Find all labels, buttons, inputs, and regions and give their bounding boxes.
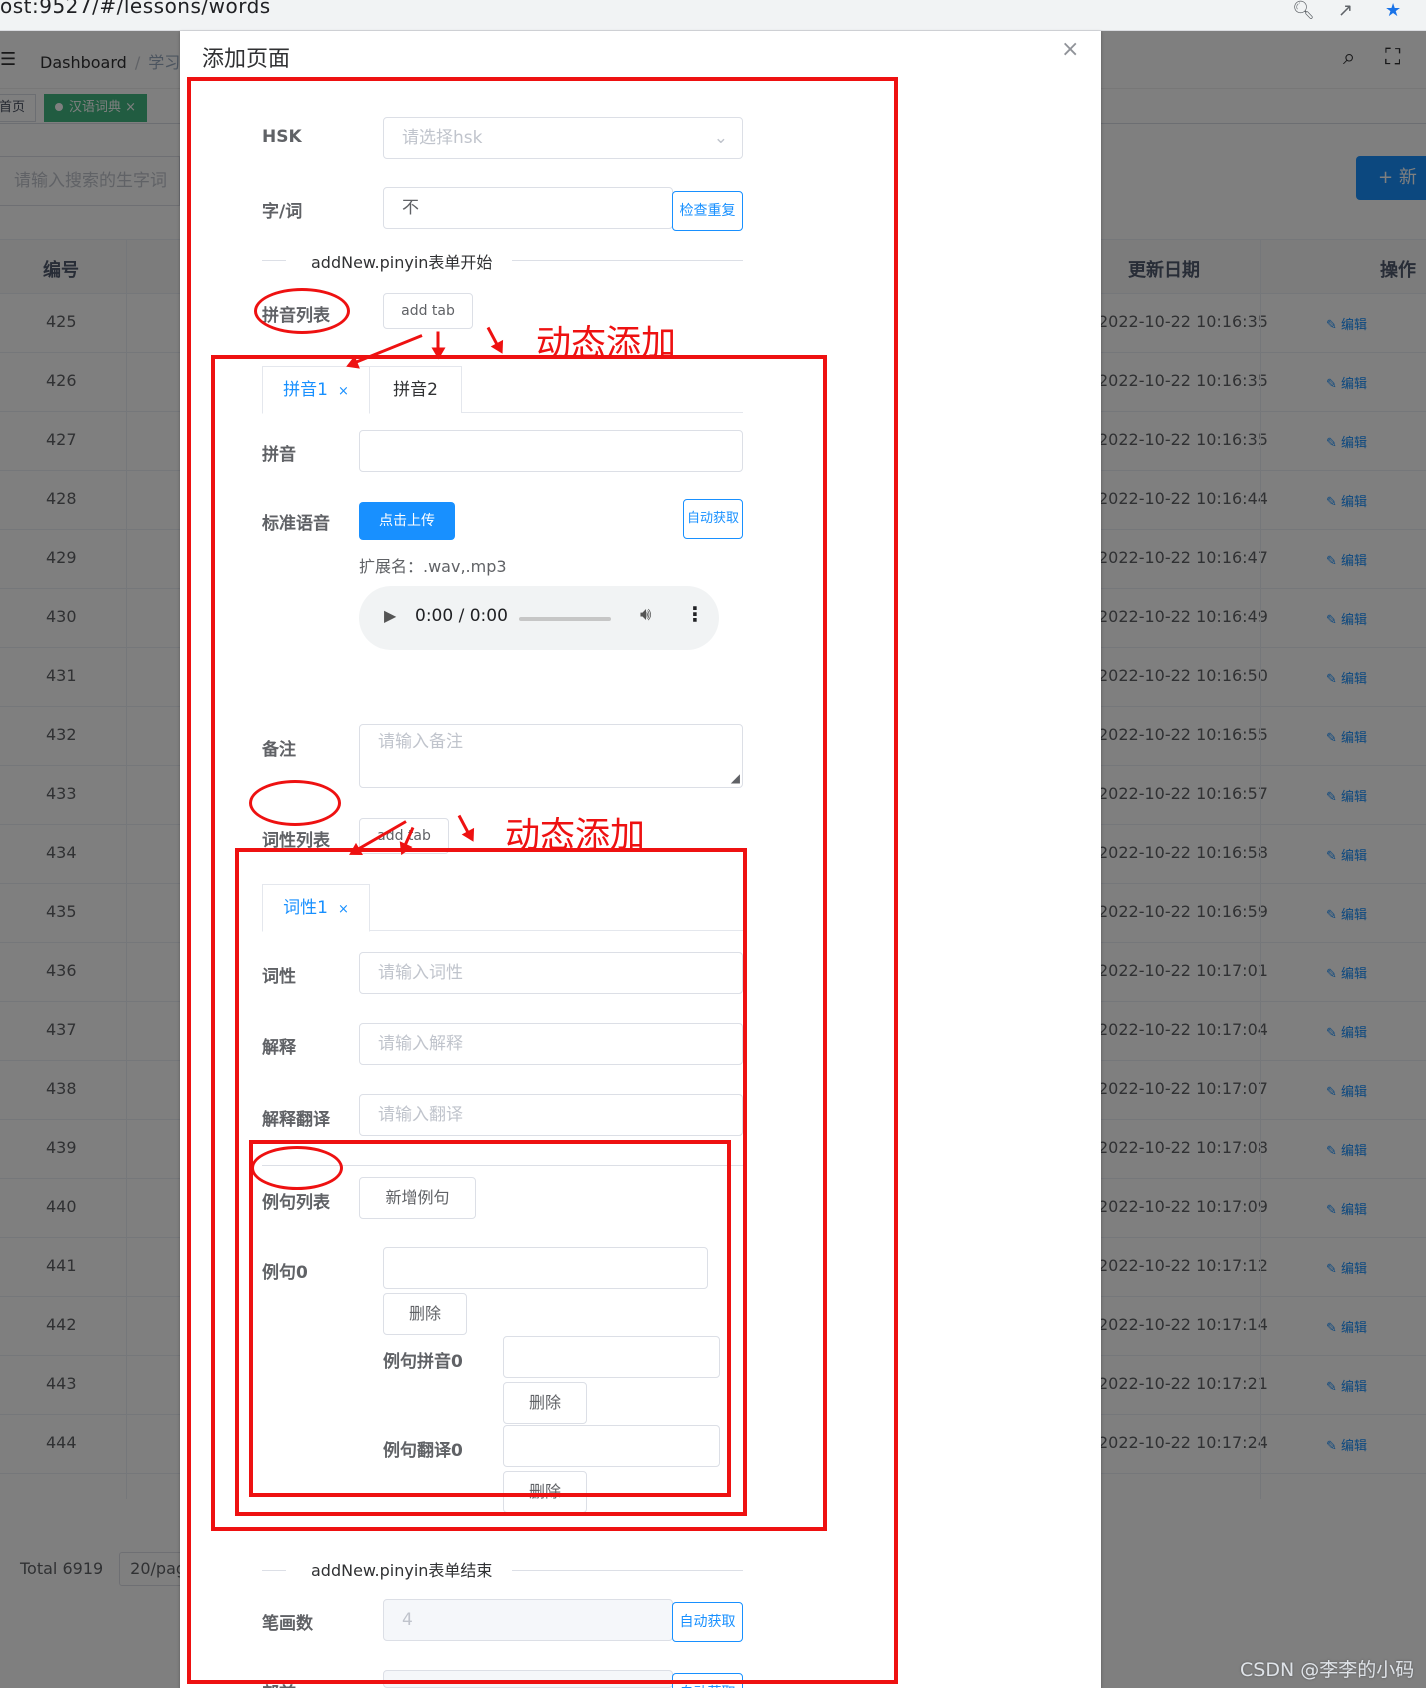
- volume-icon[interactable]: 🔊︎: [640, 604, 651, 625]
- auto-fetch-strokes-button[interactable]: 自动获取: [672, 1602, 743, 1642]
- strokes-label: 笔画数: [262, 1614, 313, 1634]
- annotation-dynamic-add: 动态添加: [505, 816, 646, 856]
- play-icon[interactable]: ▶: [384, 606, 396, 625]
- divider: [262, 1165, 743, 1166]
- delete-translation-button[interactable]: 删除: [503, 1471, 587, 1513]
- hsk-select[interactable]: 请选择hsk ⌄: [383, 117, 743, 159]
- explain-translation-input[interactable]: 请输入翻译: [359, 1094, 743, 1136]
- delete-sentence-button[interactable]: 删除: [383, 1293, 467, 1335]
- note-textarea[interactable]: 请输入备注 ◢: [359, 724, 743, 788]
- auto-fetch-radical-button[interactable]: 自动获取: [672, 1673, 743, 1688]
- example-sentence-label: 例句0: [262, 1263, 308, 1283]
- more-options-icon[interactable]: ⋮: [685, 602, 705, 626]
- browser-toolbar: ost:9527/#/lessons/words 🔍︎ ↗ ★: [0, 0, 1426, 31]
- resize-handle-icon[interactable]: ◢: [731, 761, 740, 787]
- add-pinyin-tab-button[interactable]: add tab: [383, 293, 473, 329]
- address-bar-url[interactable]: ost:9527/#/lessons/words: [0, 0, 271, 18]
- tab-pos-1[interactable]: 词性1 ×: [262, 884, 370, 932]
- dialog-title: 添加页面: [202, 47, 291, 72]
- explain-label: 解释: [262, 1038, 296, 1058]
- tab-pinyin-2[interactable]: 拼音2: [369, 366, 462, 413]
- upload-button[interactable]: 点击上传: [359, 502, 455, 540]
- example-translation-label: 例句翻译0: [383, 1441, 463, 1461]
- bookmark-star-icon[interactable]: ★: [1385, 0, 1401, 21]
- pinyin-tabs: 拼音1 × 拼音2: [262, 366, 743, 414]
- add-example-button[interactable]: 新增例句: [359, 1177, 476, 1219]
- pinyin-list-label: 拼音列表: [262, 306, 330, 326]
- strokes-input[interactable]: 4: [383, 1599, 673, 1641]
- divider: [512, 1570, 743, 1571]
- audio-player: ▶ 0:00 / 0:00 🔊︎ ⋮: [359, 586, 719, 650]
- pos-input[interactable]: 请输入词性: [359, 952, 743, 994]
- explain-translation-label: 解释翻译: [262, 1110, 330, 1130]
- pos-label: 词性: [262, 967, 296, 987]
- pos-list-label: 词性列表: [262, 831, 330, 851]
- audio-time: 0:00 / 0:00: [415, 606, 508, 626]
- add-page-dialog: 添加页面 × HSK 请选择hsk ⌄ 字/词 不 检查重复 addNew.pi…: [180, 31, 1101, 1688]
- word-input[interactable]: 不: [383, 187, 673, 229]
- pinyin-input[interactable]: [359, 430, 743, 472]
- annotation-arrow: [436, 331, 440, 356]
- example-pinyin-input[interactable]: [503, 1336, 720, 1378]
- pinyin-label: 拼音: [262, 445, 296, 465]
- audio-progress-slider[interactable]: [519, 617, 611, 621]
- pinyin-section-end: addNew.pinyin表单结束: [311, 1561, 493, 1580]
- upload-hint: 扩展名：.wav,.mp3: [359, 557, 507, 576]
- auto-fetch-audio-button[interactable]: 自动获取: [683, 499, 743, 539]
- examples-label: 例句列表: [262, 1193, 330, 1213]
- share-icon[interactable]: ↗: [1338, 0, 1353, 21]
- audio-label: 标准语音: [262, 514, 330, 534]
- close-icon[interactable]: ×: [338, 384, 349, 399]
- zoom-icon[interactable]: 🔍︎: [1292, 0, 1315, 21]
- delete-pinyin-button[interactable]: 删除: [503, 1382, 587, 1424]
- explain-input[interactable]: 请输入解释: [359, 1023, 743, 1065]
- close-icon[interactable]: ×: [1061, 37, 1079, 62]
- hsk-label: HSK: [262, 127, 302, 147]
- pos-tabs: 词性1 ×: [262, 884, 743, 932]
- divider: [512, 260, 743, 261]
- close-icon[interactable]: ×: [338, 902, 349, 917]
- radical-input[interactable]: 一: [383, 1670, 673, 1688]
- divider: [262, 1570, 286, 1571]
- example-pinyin-label: 例句拼音0: [383, 1352, 463, 1372]
- pinyin-section-start: addNew.pinyin表单开始: [311, 253, 493, 272]
- example-translation-input[interactable]: [503, 1425, 720, 1467]
- watermark: CSDN @李李的小码: [1240, 1659, 1415, 1681]
- example-sentence-input[interactable]: [383, 1247, 708, 1289]
- check-duplicate-button[interactable]: 检查重复: [672, 191, 743, 231]
- tab-pinyin-1[interactable]: 拼音1 ×: [262, 366, 370, 414]
- word-label: 字/词: [262, 202, 303, 222]
- note-label: 备注: [262, 740, 296, 760]
- annotation-dynamic-add: 动态添加: [536, 324, 677, 364]
- radical-label: 部首: [262, 1679, 296, 1688]
- chevron-down-icon: ⌄: [713, 128, 728, 148]
- divider: [262, 260, 286, 261]
